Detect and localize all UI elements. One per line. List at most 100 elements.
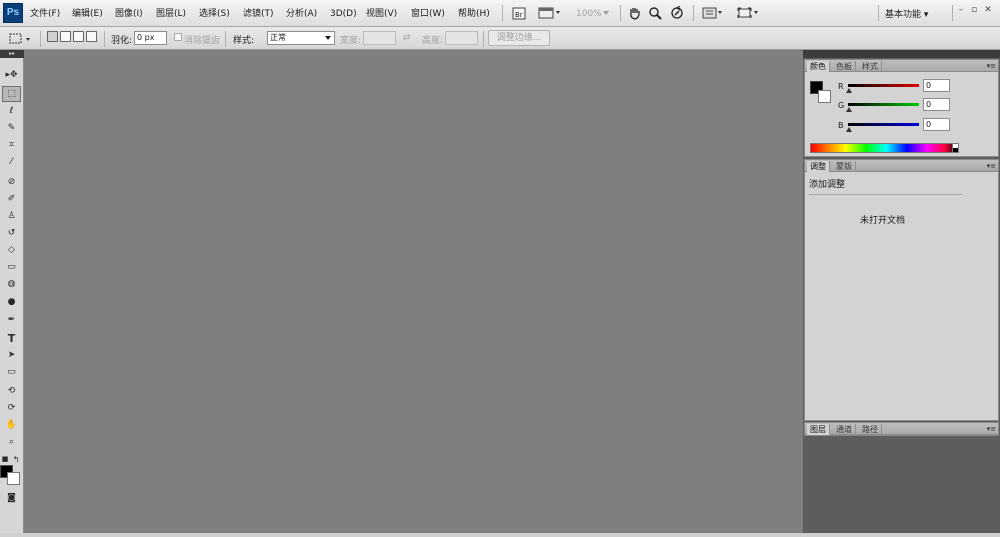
toolbar-separator <box>620 5 621 21</box>
menu-help[interactable]: 帮助(H) <box>458 7 490 21</box>
tab-adjustments[interactable]: 调整 <box>807 161 830 172</box>
subtract-from-selection-icon[interactable] <box>73 31 84 42</box>
swap-colors-icon[interactable]: ↰ <box>12 451 20 467</box>
lasso-tool-icon[interactable]: ℓ <box>2 103 21 119</box>
refine-edge-button[interactable]: 调整边缘... <box>488 30 550 46</box>
3d-orbit-tool-icon[interactable]: ⟳ <box>2 400 21 416</box>
intersect-selection-icon[interactable] <box>86 31 97 42</box>
color-spectrum-ramp[interactable] <box>810 143 957 153</box>
zoom-dropdown-icon[interactable] <box>602 5 610 21</box>
shape-tool-icon[interactable]: ▭ <box>2 364 21 380</box>
crop-tool-icon[interactable]: ⌗ <box>2 137 21 153</box>
type-tool-icon[interactable]: T <box>2 330 21 346</box>
move-tool-icon[interactable]: ▸✥ <box>2 67 21 83</box>
no-document-message: 未打开文档 <box>859 216 905 226</box>
swap-dimensions-icon[interactable]: ⇄ <box>403 33 411 43</box>
style-select-value: 正常 <box>270 33 286 42</box>
red-value-input[interactable]: 0 <box>923 79 950 92</box>
menu-image[interactable]: 图像(I) <box>115 7 143 21</box>
blue-value-input[interactable]: 0 <box>923 118 950 131</box>
menu-view[interactable]: 视图(V) <box>366 7 397 21</box>
panel-menu-icon[interactable]: ▾≡ <box>987 424 996 434</box>
tab-masks[interactable]: 蒙版 <box>833 161 856 172</box>
tab-swatches[interactable]: 色板 <box>833 61 856 72</box>
blue-slider-thumb[interactable] <box>846 127 852 132</box>
red-slider-thumb[interactable] <box>846 88 852 93</box>
menu-select[interactable]: 选择(S) <box>199 7 230 21</box>
add-to-selection-icon[interactable] <box>60 31 71 42</box>
quick-mask-icon[interactable]: ◙ <box>2 490 21 506</box>
canvas-area[interactable] <box>25 50 803 533</box>
toolbar-separator <box>225 31 226 47</box>
panel-dock: 颜色 色板 样式 ▾≡ R 0 G 0 B 0 调整 蒙版 ▾≡ 添加调整 未打… <box>803 50 1000 533</box>
rotate-view-icon[interactable] <box>669 5 685 21</box>
gradient-tool-icon[interactable]: ▭ <box>2 259 21 275</box>
blue-slider[interactable] <box>848 123 919 126</box>
tab-layers[interactable]: 图层 <box>807 424 830 435</box>
zoom-level[interactable]: 100% <box>576 7 602 21</box>
eyedropper-tool-icon[interactable]: ⁄ <box>2 154 21 170</box>
history-brush-tool-icon[interactable]: ↺ <box>2 225 21 241</box>
3d-rotate-tool-icon[interactable]: ⟲ <box>2 383 21 399</box>
panel-dock-collapse-handle[interactable] <box>803 50 1000 58</box>
bridge-icon[interactable]: Br <box>511 5 527 21</box>
menu-edit[interactable]: 编辑(E) <box>72 7 103 21</box>
photoshop-logo[interactable]: Ps <box>3 3 23 23</box>
default-colors-icon[interactable]: ■ <box>1 451 9 467</box>
healing-brush-tool-icon[interactable]: ⊘ <box>2 174 21 190</box>
close-icon[interactable]: ✕ <box>982 5 994 15</box>
eraser-tool-icon[interactable]: ◇ <box>2 242 21 258</box>
brush-tool-icon[interactable]: ✐ <box>2 191 21 207</box>
screen-mode-icon[interactable] <box>737 5 761 21</box>
minimize-icon[interactable]: – <box>955 5 967 15</box>
tab-styles[interactable]: 样式 <box>859 61 882 72</box>
menu-window[interactable]: 窗口(W) <box>411 7 445 21</box>
black-white-swatch[interactable] <box>952 143 959 153</box>
antialias-checkbox[interactable] <box>174 33 182 41</box>
tab-color[interactable]: 颜色 <box>807 61 830 72</box>
feather-input[interactable]: 0 px <box>134 31 167 45</box>
tool-preset-picker[interactable] <box>8 31 34 47</box>
green-value-input[interactable]: 0 <box>923 98 950 111</box>
background-color-swatch[interactable] <box>7 472 20 485</box>
restore-icon[interactable]: ▫ <box>968 5 980 15</box>
tab-channels[interactable]: 通道 <box>833 424 856 435</box>
hand-icon[interactable] <box>627 5 641 21</box>
quick-select-tool-icon[interactable]: ✎ <box>2 120 21 136</box>
divider <box>809 194 962 195</box>
height-input[interactable] <box>445 31 478 45</box>
green-slider-thumb[interactable] <box>846 107 852 112</box>
new-selection-icon[interactable] <box>47 31 58 42</box>
clone-stamp-tool-icon[interactable]: ♙ <box>2 208 21 224</box>
tab-paths[interactable]: 路径 <box>859 424 882 435</box>
toolbox-collapse-handle[interactable]: ▸▸ <box>0 50 24 58</box>
zoom-tool-icon[interactable]: ⌕ <box>2 434 21 450</box>
toolbar-separator <box>693 5 694 21</box>
path-select-tool-icon[interactable]: ➤ <box>2 347 21 363</box>
toolbox: ▸▸ ▸✥ ⬚ ℓ ✎ ⌗ ⁄ ⊘ ✐ ♙ ↺ ◇ ▭ ◍ ● ✒ T ➤ ▭ ⟲ ⟳ ✋ ⌕ ■ ↰ ◙ <box>0 50 24 537</box>
menu-filter[interactable]: 滤镜(T) <box>243 7 274 21</box>
menu-file[interactable]: 文件(F) <box>30 7 60 21</box>
marquee-tool-icon[interactable]: ⬚ <box>2 86 21 102</box>
antialias-label: 消除锯齿 <box>184 36 221 46</box>
pen-tool-icon[interactable]: ✒ <box>2 312 21 328</box>
workspace-switcher[interactable]: 基本功能 ▾ <box>885 7 928 20</box>
chevron-down-icon <box>325 36 331 40</box>
menu-layer[interactable]: 图层(L) <box>156 7 186 21</box>
panel-menu-icon[interactable]: ▾≡ <box>987 61 996 71</box>
width-input[interactable] <box>363 31 396 45</box>
panel-menu-icon[interactable]: ▾≡ <box>987 161 996 171</box>
menu-analysis[interactable]: 分析(A) <box>286 7 317 21</box>
dodge-tool-icon[interactable]: ● <box>2 294 21 310</box>
style-select[interactable]: 正常 <box>267 31 335 45</box>
layers-panel: 图层 通道 路径 ▾≡ <box>804 422 999 436</box>
blur-tool-icon[interactable]: ◍ <box>2 276 21 292</box>
menu-3d[interactable]: 3D(D) <box>330 7 357 21</box>
hand-tool-icon[interactable]: ✋ <box>2 417 21 433</box>
red-slider[interactable] <box>848 84 919 87</box>
screen-layout-icon[interactable] <box>538 5 562 21</box>
zoom-icon[interactable] <box>648 5 662 21</box>
arrange-documents-icon[interactable] <box>702 5 724 21</box>
background-color-swatch[interactable] <box>818 90 831 103</box>
green-slider[interactable] <box>848 103 919 106</box>
